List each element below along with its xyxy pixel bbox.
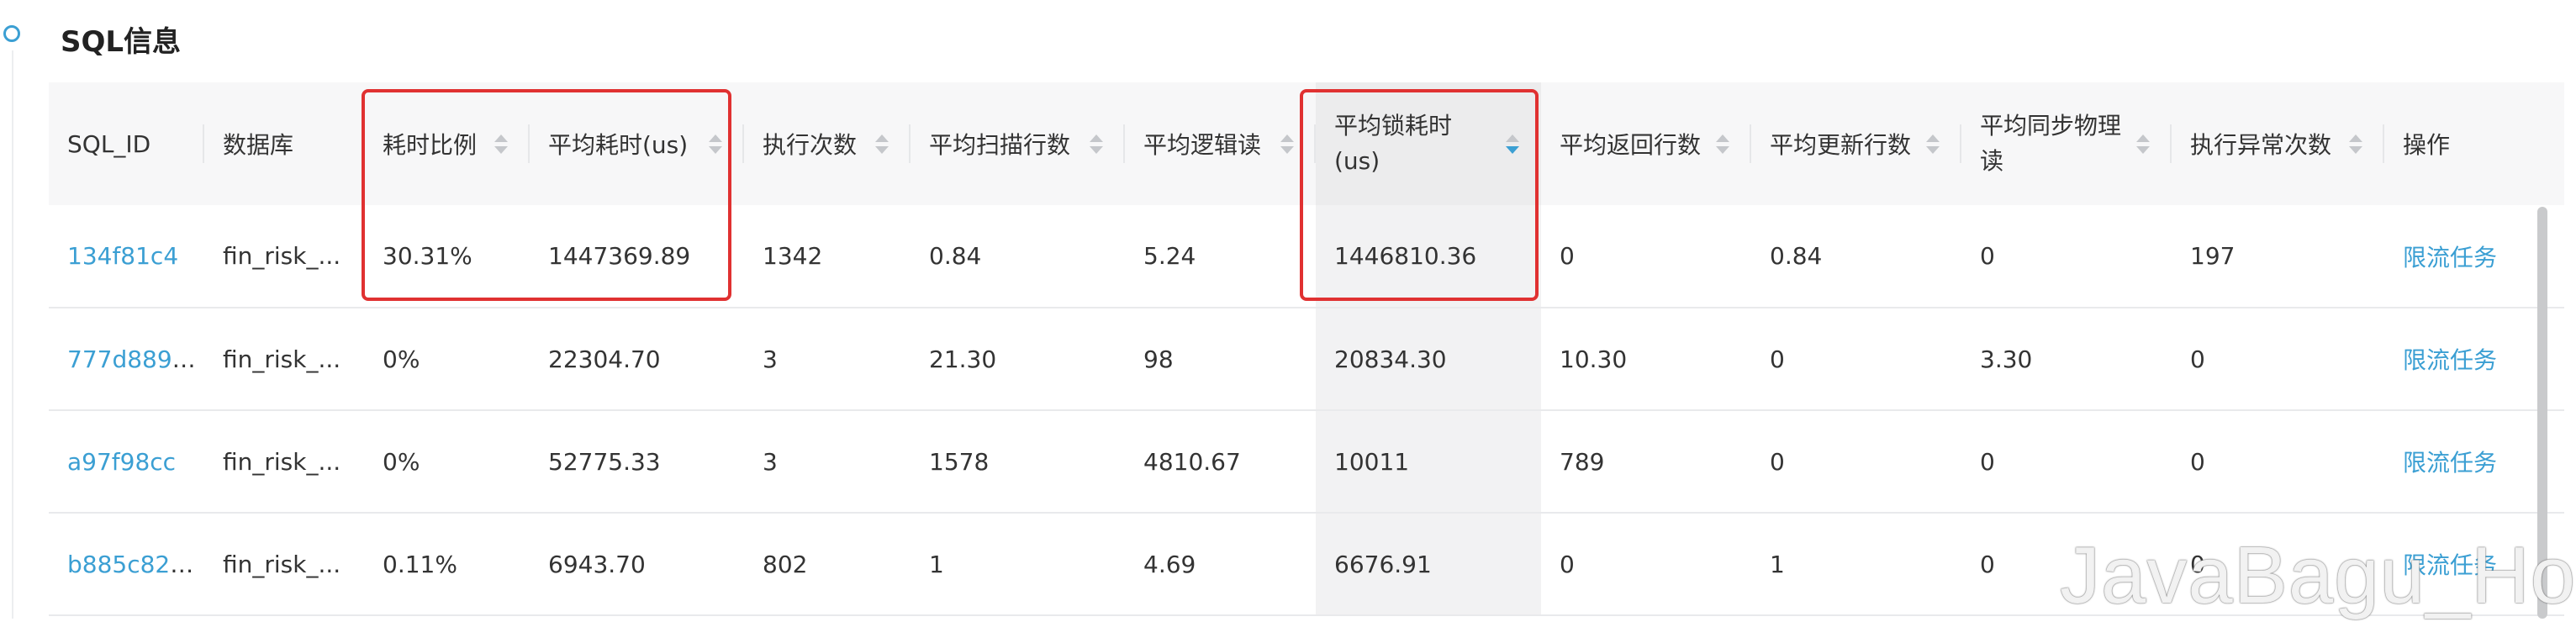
column-header-avg-sync-physical-reads[interactable]: 平均同步物理读 [1961,82,2172,205]
sql-id-link[interactable]: 777d889b... [67,345,204,373]
cell-exec-error-count: 0 [2172,410,2384,514]
column-header-exec-error-count[interactable]: 执行异常次数 [2172,82,2384,205]
section-title: SQL信息 [61,25,182,59]
column-header-avg-return-rows[interactable]: 平均返回行数 [1541,82,1751,205]
cell-avg-time: 6943.70 [530,513,744,616]
cell-exec-count: 1342 [744,205,911,308]
cell-avg-logical-reads: 4810.67 [1125,410,1316,514]
cell-avg-lock-time: 10011 [1316,410,1541,514]
cell-time-ratio: 0.11% [364,513,530,616]
watermark: JavaBagu_Hollis [2060,530,2576,620]
column-header-label: 平均扫描行数 [929,131,1071,159]
cell-avg-return-rows: 0 [1541,205,1751,308]
cell-avg-update-rows: 0 [1751,308,1961,411]
cell-avg-lock-time: 20834.30 [1316,308,1541,411]
cell-database: fin_risk_... [204,410,364,514]
cell-exec-count: 3 [744,308,911,411]
cell-avg-scan-rows: 1578 [911,410,1125,514]
sort-icon[interactable] [1926,134,1940,154]
cell-exec-error-count: 0 [2172,308,2384,411]
column-header-sql-id: SQL_ID [49,82,204,205]
column-header-exec-count[interactable]: 执行次数 [744,82,911,205]
sort-icon[interactable] [875,134,889,154]
column-header-avg-logical-reads[interactable]: 平均逻辑读 [1125,82,1316,205]
cell-database: fin_risk_... [204,513,364,616]
cell-sql-id[interactable]: 777d889b... [49,308,204,411]
timeline-line [12,50,13,619]
cell-sql-id[interactable]: a97f98cc [49,410,204,514]
column-header-label: 数据库 [223,131,294,159]
cell-avg-scan-rows: 1 [911,513,1125,616]
table-row: 777d889b... fin_risk_... 0% 22304.70 3 2… [49,308,2564,411]
cell-time-ratio: 0% [364,308,530,411]
column-header-avg-update-rows[interactable]: 平均更新行数 [1751,82,1961,205]
cell-avg-time: 52775.33 [530,410,744,514]
sort-icon[interactable] [1280,134,1294,154]
highlight-box-lock-time-column [1300,89,1539,301]
timeline-dot-icon [3,25,20,42]
cell-avg-logical-reads: 98 [1125,308,1316,411]
rate-limit-task-link[interactable]: 限流任务 [2403,449,2497,477]
cell-database: fin_risk_... [204,308,364,411]
cell-avg-sync-physical-reads: 0 [1961,410,2172,514]
column-header-actions: 操作 [2384,82,2564,205]
column-header-label: 平均更新行数 [1770,131,1912,159]
table-row: a97f98cc fin_risk_... 0% 52775.33 3 1578… [49,410,2564,514]
cell-sql-id[interactable]: b885c825... [49,513,204,616]
rate-limit-task-link[interactable]: 限流任务 [2403,244,2497,271]
cell-time-ratio: 0% [364,410,530,514]
cell-avg-return-rows: 0 [1541,513,1751,616]
sort-icon[interactable] [1090,134,1103,154]
column-header-label: 平均同步物理读 [1980,112,2122,175]
cell-avg-scan-rows: 0.84 [911,205,1125,308]
column-header-label: SQL_ID [67,129,151,158]
column-header-label: 平均逻辑读 [1143,131,1262,159]
rate-limit-task-link[interactable]: 限流任务 [2403,346,2497,374]
cell-exec-count: 3 [744,410,911,514]
cell-avg-return-rows: 789 [1541,410,1751,514]
cell-avg-update-rows: 1 [1751,513,1961,616]
cell-avg-sync-physical-reads: 0 [1961,205,2172,308]
cell-sql-id[interactable]: 134f81c4 [49,205,204,308]
sort-icon[interactable] [1716,134,1729,154]
sql-id-link[interactable]: 134f81c4 [67,242,178,270]
column-header-label: 平均返回行数 [1560,131,1702,159]
cell-exec-count: 802 [744,513,911,616]
cell-avg-return-rows: 10.30 [1541,308,1751,411]
cell-avg-update-rows: 0 [1751,410,1961,514]
cell-avg-update-rows: 0.84 [1751,205,1961,308]
column-header-database: 数据库 [204,82,364,205]
cell-database: fin_risk_... [204,205,364,308]
column-header-label: 执行异常次数 [2190,131,2332,159]
sort-icon[interactable] [2136,134,2150,154]
sort-icon[interactable] [2349,134,2362,154]
cell-avg-sync-physical-reads: 3.30 [1961,308,2172,411]
column-header-avg-scan-rows[interactable]: 平均扫描行数 [911,82,1125,205]
highlight-box-time-columns [362,89,731,301]
cell-avg-lock-time: 6676.91 [1316,513,1541,616]
cell-avg-logical-reads: 4.69 [1125,513,1316,616]
cell-exec-error-count: 197 [2172,205,2384,308]
column-header-label: 操作 [2403,131,2451,159]
cell-avg-scan-rows: 21.30 [911,308,1125,411]
cell-avg-time: 22304.70 [530,308,744,411]
cell-avg-logical-reads: 5.24 [1125,205,1316,308]
sql-id-link[interactable]: b885c825... [67,551,204,578]
column-header-label: 执行次数 [763,131,858,159]
sql-id-link[interactable]: a97f98cc [67,448,176,476]
